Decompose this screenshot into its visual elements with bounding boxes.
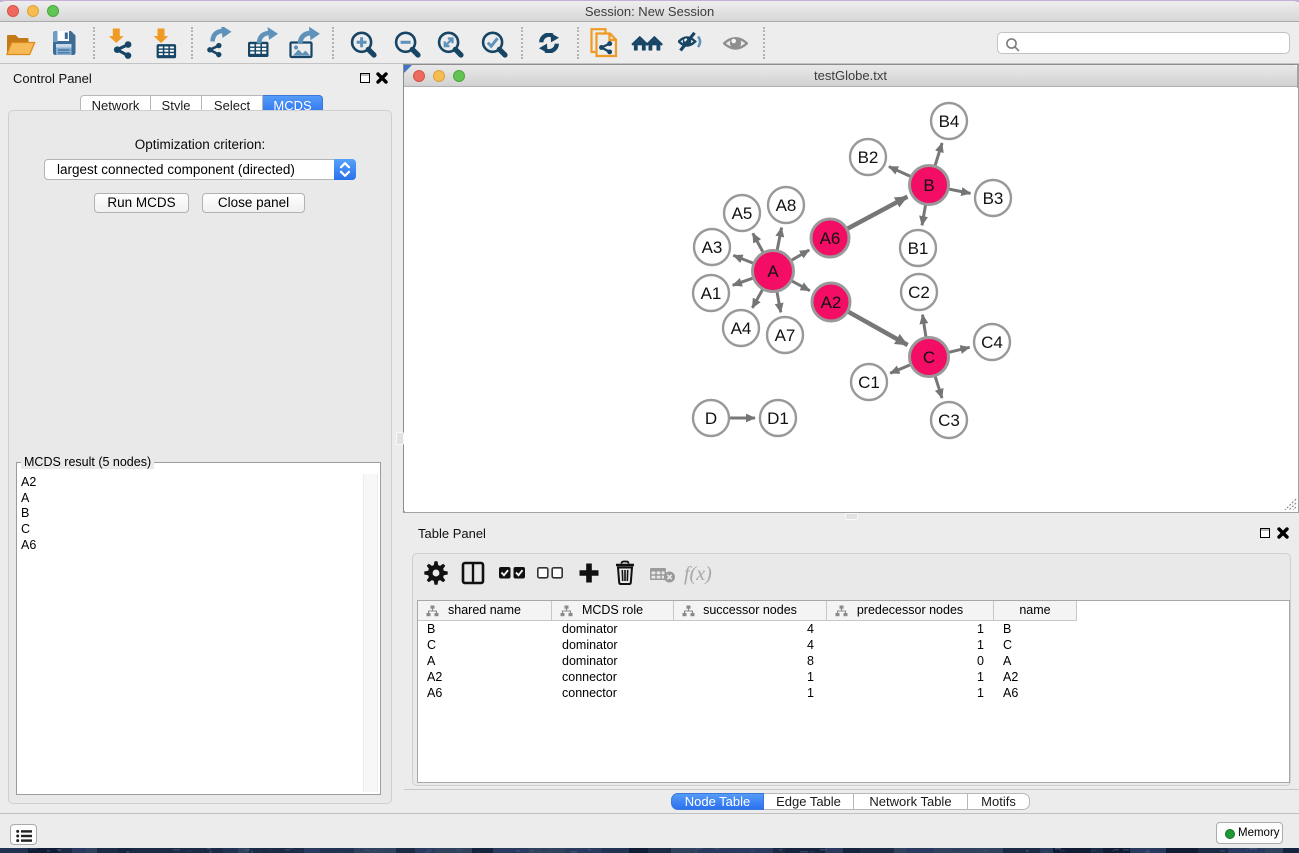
svg-text:D1: D1 [767, 409, 789, 428]
svg-text:B1: B1 [908, 239, 929, 258]
svg-text:B: B [923, 176, 934, 195]
svg-text:A3: A3 [702, 238, 723, 257]
svg-text:C2: C2 [908, 283, 930, 302]
svg-text:C4: C4 [981, 333, 1003, 352]
svg-text:B2: B2 [858, 148, 879, 167]
svg-text:C: C [923, 348, 935, 367]
svg-text:C1: C1 [858, 373, 880, 392]
svg-text:C3: C3 [938, 411, 960, 430]
svg-text:A8: A8 [776, 196, 797, 215]
svg-text:A2: A2 [821, 293, 842, 312]
svg-text:A6: A6 [820, 229, 841, 248]
svg-text:D: D [705, 409, 717, 428]
svg-text:f(x): f(x) [684, 563, 712, 585]
svg-text:A1: A1 [701, 284, 722, 303]
svg-text:B4: B4 [939, 112, 960, 131]
svg-text:A: A [767, 262, 779, 281]
svg-text:B3: B3 [983, 189, 1004, 208]
svg-text:A4: A4 [731, 319, 752, 338]
svg-text:A5: A5 [732, 204, 753, 223]
svg-text:A7: A7 [775, 326, 796, 345]
